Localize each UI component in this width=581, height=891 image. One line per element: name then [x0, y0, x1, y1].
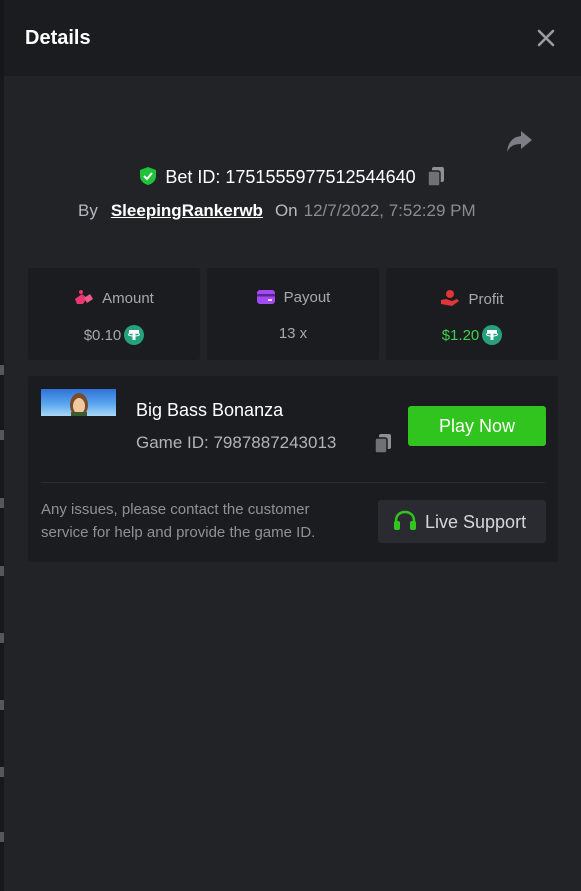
modal-header: Details	[4, 0, 581, 76]
headset-icon	[394, 510, 416, 530]
background-edge-mark	[0, 365, 4, 375]
background-edge-mark	[0, 498, 4, 508]
payout-label: Payout	[283, 289, 331, 306]
game-id: Game ID: 7987887243013	[136, 433, 337, 452]
amount-card: Amount $0.10	[28, 268, 200, 360]
background-edge-mark	[0, 430, 4, 440]
tether-icon	[124, 325, 145, 345]
share-icon[interactable]	[504, 128, 534, 156]
game-name: Big Bass Bonanza	[136, 400, 284, 420]
background-edge-mark	[0, 633, 4, 643]
support-notice: Any issues, please contact the customer …	[41, 501, 316, 541]
live-support-button[interactable]: Live Support	[378, 500, 546, 543]
game-card: Big Bass Bonanza Game ID: 7987887243013 …	[28, 376, 558, 562]
play-now-button[interactable]: Play Now	[408, 406, 546, 446]
live-support-label: Live Support	[425, 512, 527, 532]
close-icon[interactable]	[535, 27, 557, 49]
profit-card: Profit $1.20	[386, 268, 558, 360]
bet-id-line: Bet ID: 1751555977512544640	[4, 166, 581, 188]
amount-icon	[75, 290, 94, 304]
payout-value: 13 x	[278, 325, 308, 342]
by-label: By	[78, 201, 98, 220]
bet-byline: By SleepingRankerwb On 12/7/2022, 7:52:29 P…	[78, 201, 476, 221]
modal-title: Details	[25, 27, 91, 49]
payout-card-icon	[256, 290, 275, 304]
details-modal: Details Bet ID: 1751555977512544640 By Sl…	[4, 0, 581, 891]
amount-label: Amount	[102, 290, 154, 307]
tether-icon	[482, 325, 503, 345]
background-edge-mark	[0, 832, 4, 842]
shield-check-icon	[140, 167, 157, 185]
background-edge-mark	[0, 700, 4, 710]
profit-label: Profit	[468, 291, 504, 308]
background-edge-mark	[0, 767, 4, 777]
profit-value: $1.20	[441, 327, 480, 344]
bet-id: Bet ID: 1751555977512544640	[165, 167, 416, 187]
payout-card: Payout 13 x	[207, 268, 379, 360]
amount-value: $0.10	[83, 327, 122, 344]
username-link[interactable]: SleepingRankerwb	[111, 201, 263, 220]
on-label: On	[274, 201, 298, 220]
divider	[41, 482, 545, 483]
background-edge-mark	[0, 566, 4, 576]
copy-icon[interactable]	[373, 433, 393, 454]
profit-hand-icon	[441, 290, 460, 306]
bet-datetime: 12/7/2022, 7:52:29 PM	[303, 201, 476, 220]
copy-icon[interactable]	[426, 166, 446, 187]
game-thumbnail-art	[70, 393, 88, 416]
game-thumbnail[interactable]	[41, 389, 116, 416]
